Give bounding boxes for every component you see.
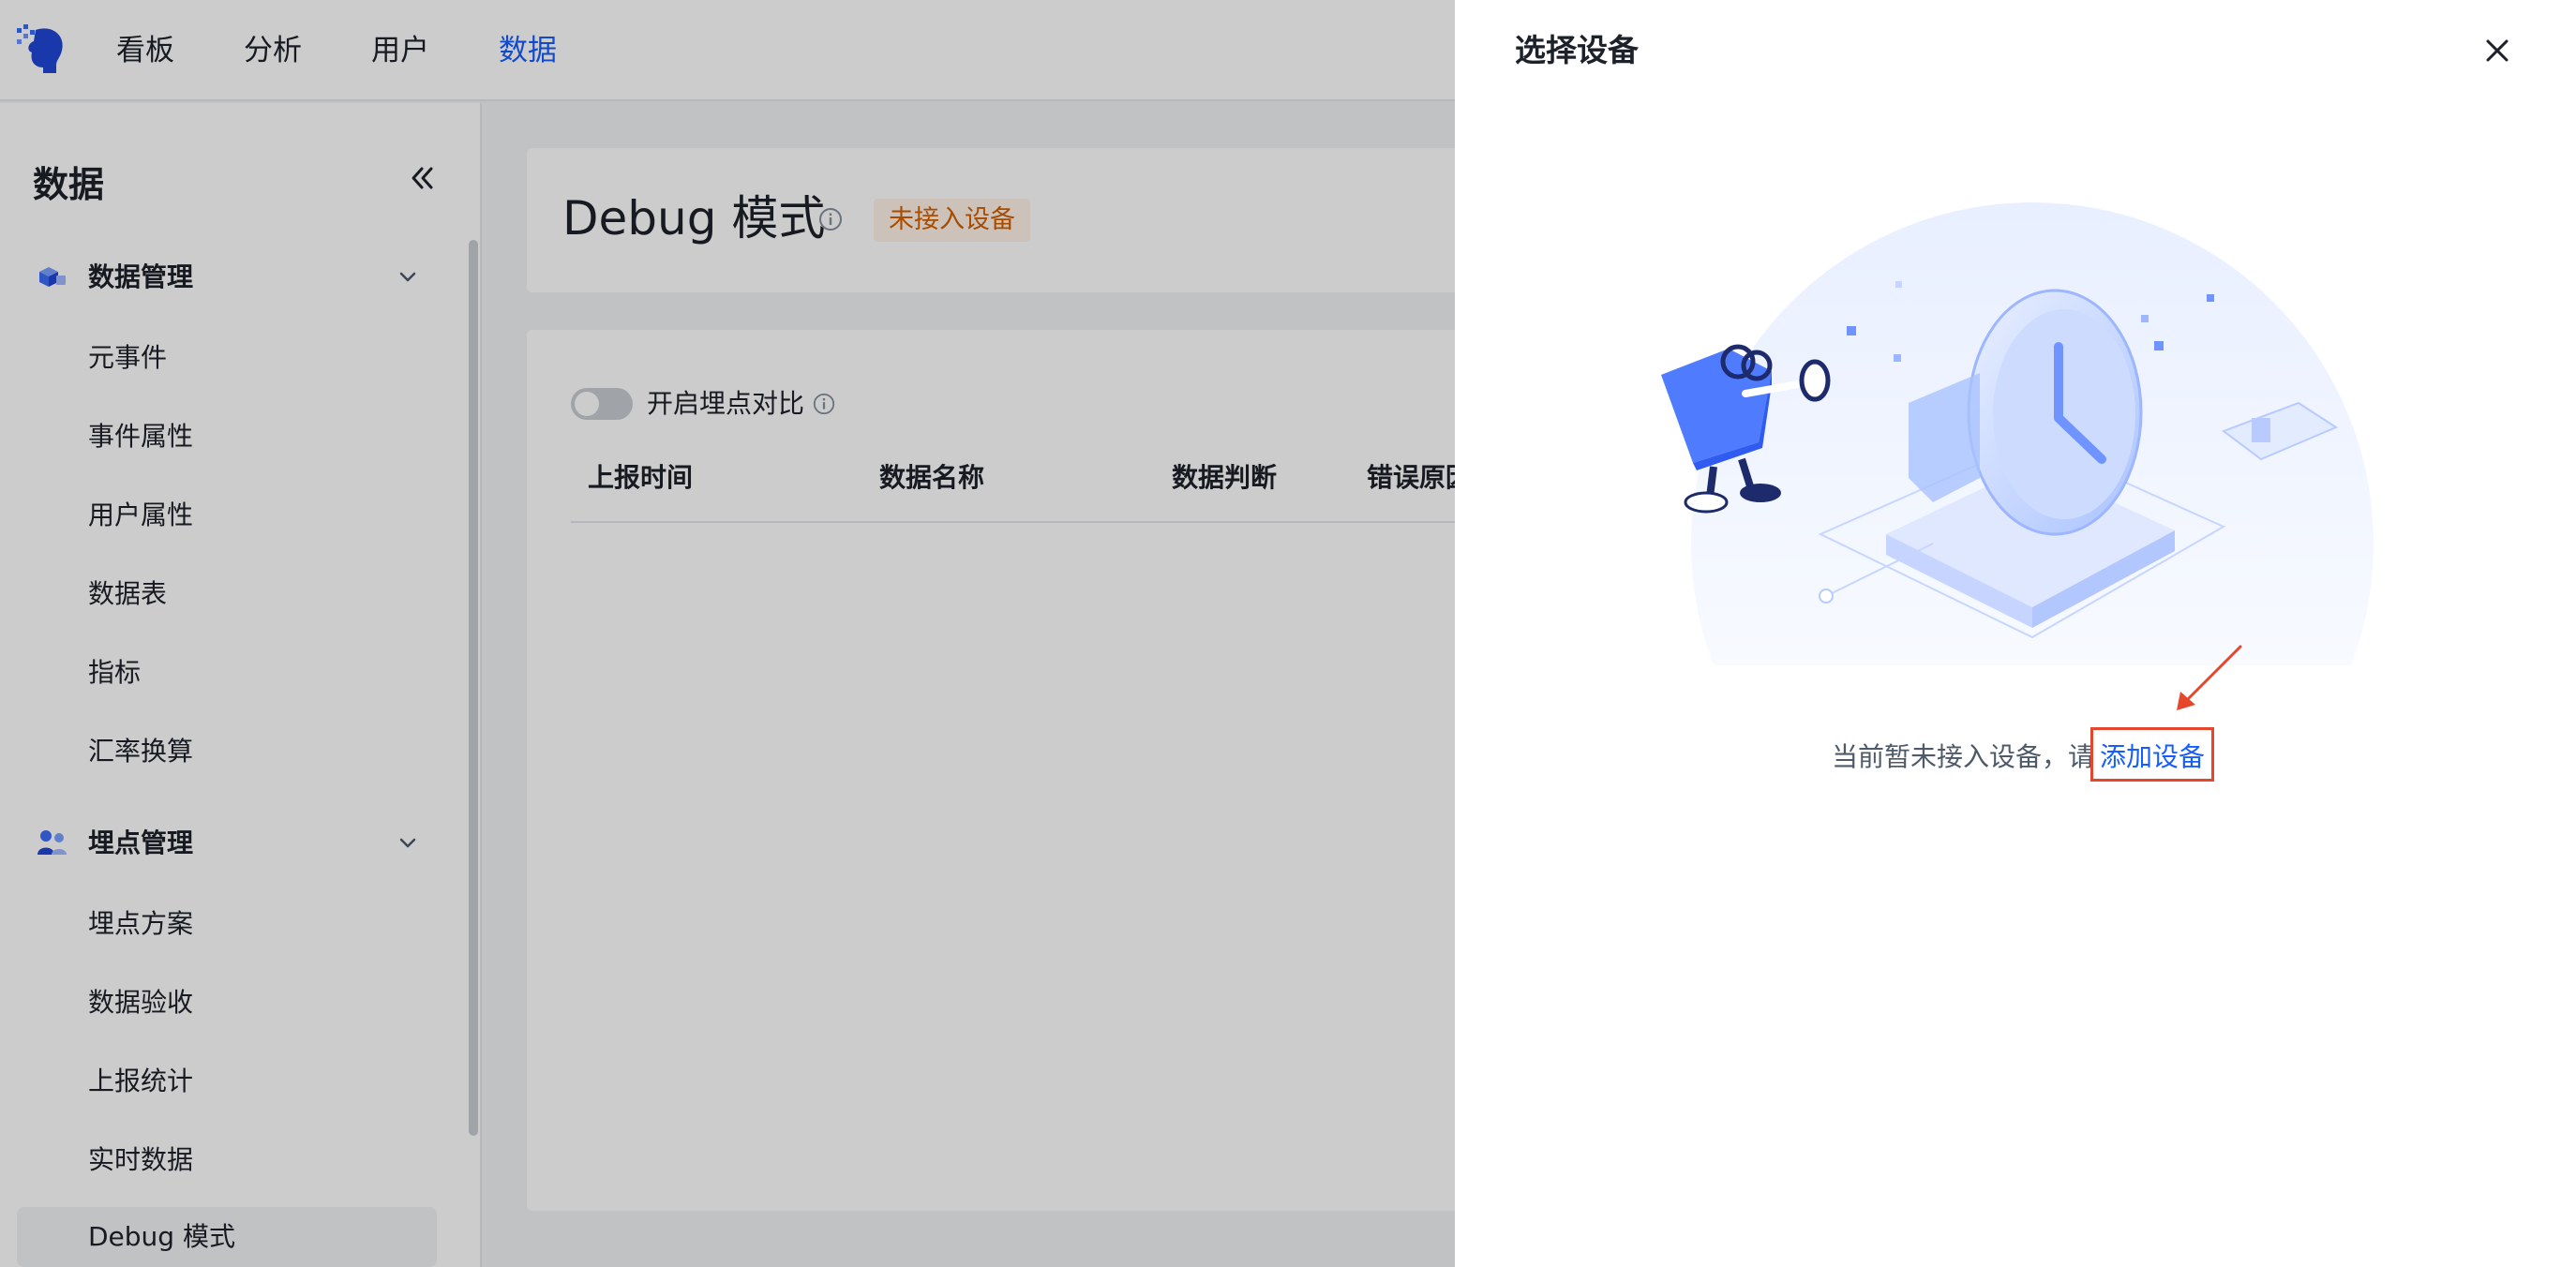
add-device-link[interactable]: 添加设备 (2100, 737, 2205, 778)
empty-device-illustration (1661, 202, 2374, 665)
drawer-title: 选择设备 (1515, 32, 1639, 68)
close-icon[interactable] (2480, 34, 2514, 67)
empty-state-text: 当前暂未接入设备，请 (1832, 741, 2095, 772)
app-root: 看板 分析 用户 数据 数据 数据管理 元事件 事件属性 用户属性 数据表 指标… (0, 0, 2576, 1267)
select-device-drawer: 选择设备 当前暂未接入设备，请 添加设备 (1455, 0, 2576, 1267)
annotation-arrow-icon (2177, 645, 2242, 710)
